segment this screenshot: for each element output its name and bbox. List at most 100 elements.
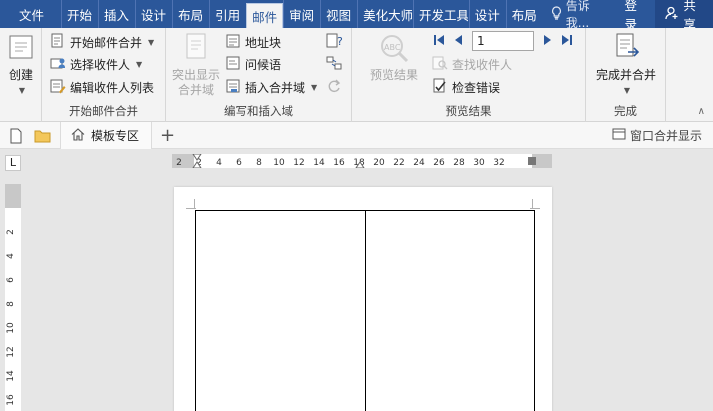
highlight-fields-icon [182,32,210,68]
insert-merge-field-label: 插入合并域 [245,80,306,95]
tab-view[interactable]: 视图 [320,0,358,28]
edit-recipients-label: 编辑收件人列表 [70,80,155,95]
window-merge-button[interactable]: 窗口合并显示 [612,122,702,149]
last-record-icon[interactable] [560,33,574,50]
finish-merge-button[interactable]: 完成并合并 ▼ [590,32,662,98]
open-folder-icon[interactable] [34,122,51,149]
finish-group-label: 完成 [614,104,637,118]
ruler-tick-label: 4 [6,253,16,259]
ruler-tick-label: 12 [6,346,16,357]
preview-results-label: 预览结果 [369,68,418,82]
ruler-tick-label: 8 [256,158,262,168]
preview-results-button[interactable]: ABC 预览结果 [365,32,423,83]
add-tab-button[interactable]: + [160,122,175,149]
rules-icon: ? [326,33,348,52]
edit-recipients-button[interactable]: 编辑收件人列表 [50,77,154,97]
ruler-tick-label: 10 [6,322,16,334]
tab-insert[interactable]: 插入 [98,0,136,28]
start-merge-group-label: 开始邮件合并 [69,104,138,118]
tab-design[interactable]: 设计 [135,0,173,28]
home-icon [71,127,85,144]
match-fields-button[interactable] [326,54,342,74]
ruler-tick-label: 14 [6,370,16,382]
start-merge-button[interactable]: 开始邮件合并 ▼ [50,32,154,52]
ruler-tick-label: 2 [176,158,182,168]
document-page[interactable] [174,187,552,411]
find-recipient-label: 查找收件人 [452,57,513,72]
ruler-tick-label: 20 [373,158,385,168]
preview-abc-icon: ABC [378,32,410,68]
create-group: 创建 ▼ [0,28,42,122]
chevron-down-icon: ▼ [311,82,318,92]
ribbon: 创建 ▼ 开始邮件合并 ▼ 选择收件人 ▼ 编辑收件人列表 开始邮件合并 突出显… [0,28,713,122]
ribbon-tab-bar: 文件 开始 插入 设计 布局 引用 邮件 审阅 视图 美化大师 开发工具 设计 … [0,0,713,32]
record-number-field[interactable]: 1 [472,31,534,51]
tab-home[interactable]: 开始 [61,0,99,28]
highlight-merge-fields-button[interactable]: 突出显示 合并域 [169,32,223,98]
tab-table-design[interactable]: 设计 [468,0,506,28]
record-navigator: 1 [432,31,574,51]
chevron-down-icon: ▼ [623,86,631,95]
tab-review[interactable]: 审阅 [283,0,321,28]
tell-me-text: 告诉我... [565,0,590,30]
tab-layout[interactable]: 布局 [172,0,210,28]
collapse-ribbon-icon[interactable]: ∧ [698,106,705,117]
preview-group-label: 预览结果 [445,104,492,118]
address-block-button[interactable]: 地址块 [225,32,281,52]
greeting-line-button[interactable]: 问候语 [225,54,281,74]
update-labels-button[interactable] [326,77,342,97]
tab-stop-selector[interactable]: L [5,155,21,171]
tab-file[interactable]: 文件 [0,0,62,28]
tab-table-layout[interactable]: 布局 [505,0,543,28]
horizontal-ruler[interactable]: 22468101214161820222426283032 [172,153,552,169]
label-table[interactable] [195,210,535,411]
check-errors-button[interactable]: 检查错误 [432,77,500,97]
tell-me-box[interactable]: 告诉我... [543,0,616,30]
tab-beautify[interactable]: 美化大师 [357,0,413,28]
match-fields-icon [326,55,342,74]
create-button[interactable]: 创建 ▼ [5,32,37,98]
right-indent-marker[interactable] [528,157,536,165]
person-icon [665,6,679,23]
ruler-tick-label: 32 [493,158,504,168]
create-label: 创建 [8,68,33,82]
ruler-tick-label: 8 [6,301,16,307]
tab-mailings[interactable]: 邮件 [246,3,284,28]
tab-developer[interactable]: 开发工具 [412,0,469,28]
find-icon [432,55,448,74]
share-button[interactable]: 共享 [655,0,713,32]
address-block-label: 地址块 [245,35,282,50]
rules-button[interactable]: ? [326,32,348,52]
new-document-icon[interactable] [9,122,23,149]
template-zone-tab[interactable]: 模板专区 [60,122,152,149]
preview-group: ABC 预览结果 1 查找收件人 检查错误 预览结果 [352,28,586,122]
window-merge-label: 窗口合并显示 [630,129,703,143]
first-record-icon[interactable] [432,33,446,50]
select-recipients-label: 选择收件人 [70,57,131,72]
ruler-tick-label: 6 [236,158,242,168]
svg-text:?: ? [337,35,343,48]
ruler-tick-label: 16 [333,158,345,168]
vertical-ruler[interactable]: 2 4 6 8 10 12 14 16 [5,184,21,411]
chevron-down-icon: ▼ [18,86,26,95]
login-button[interactable]: 登录 [615,0,655,32]
insert-merge-field-button[interactable]: 插入合并域 ▼ [225,77,317,97]
insert-field-icon [225,78,241,97]
window-icon [612,128,626,143]
next-record-icon[interactable] [540,33,554,50]
ruler-tick-label: 30 [473,158,485,168]
start-merge-group: 开始邮件合并 ▼ 选择收件人 ▼ 编辑收件人列表 开始邮件合并 [42,28,166,122]
ruler-tick-label: 16 [6,394,16,406]
greeting-icon [225,55,241,74]
find-recipient-button[interactable]: 查找收件人 [432,54,512,74]
greeting-label: 问候语 [245,57,282,72]
select-recipients-button[interactable]: 选择收件人 ▼ [50,54,142,74]
svg-text:ABC: ABC [384,43,401,52]
write-insert-group-label: 编写和插入域 [224,104,293,118]
previous-record-icon[interactable] [452,33,466,50]
highlight-label-line2: 合并域 [177,83,214,97]
tab-references[interactable]: 引用 [209,0,247,28]
document-tab-bar: 模板专区 + 窗口合并显示 [0,122,713,149]
highlight-label-line1: 突出显示 [171,68,220,82]
ruler-tick-label: 28 [453,158,465,168]
